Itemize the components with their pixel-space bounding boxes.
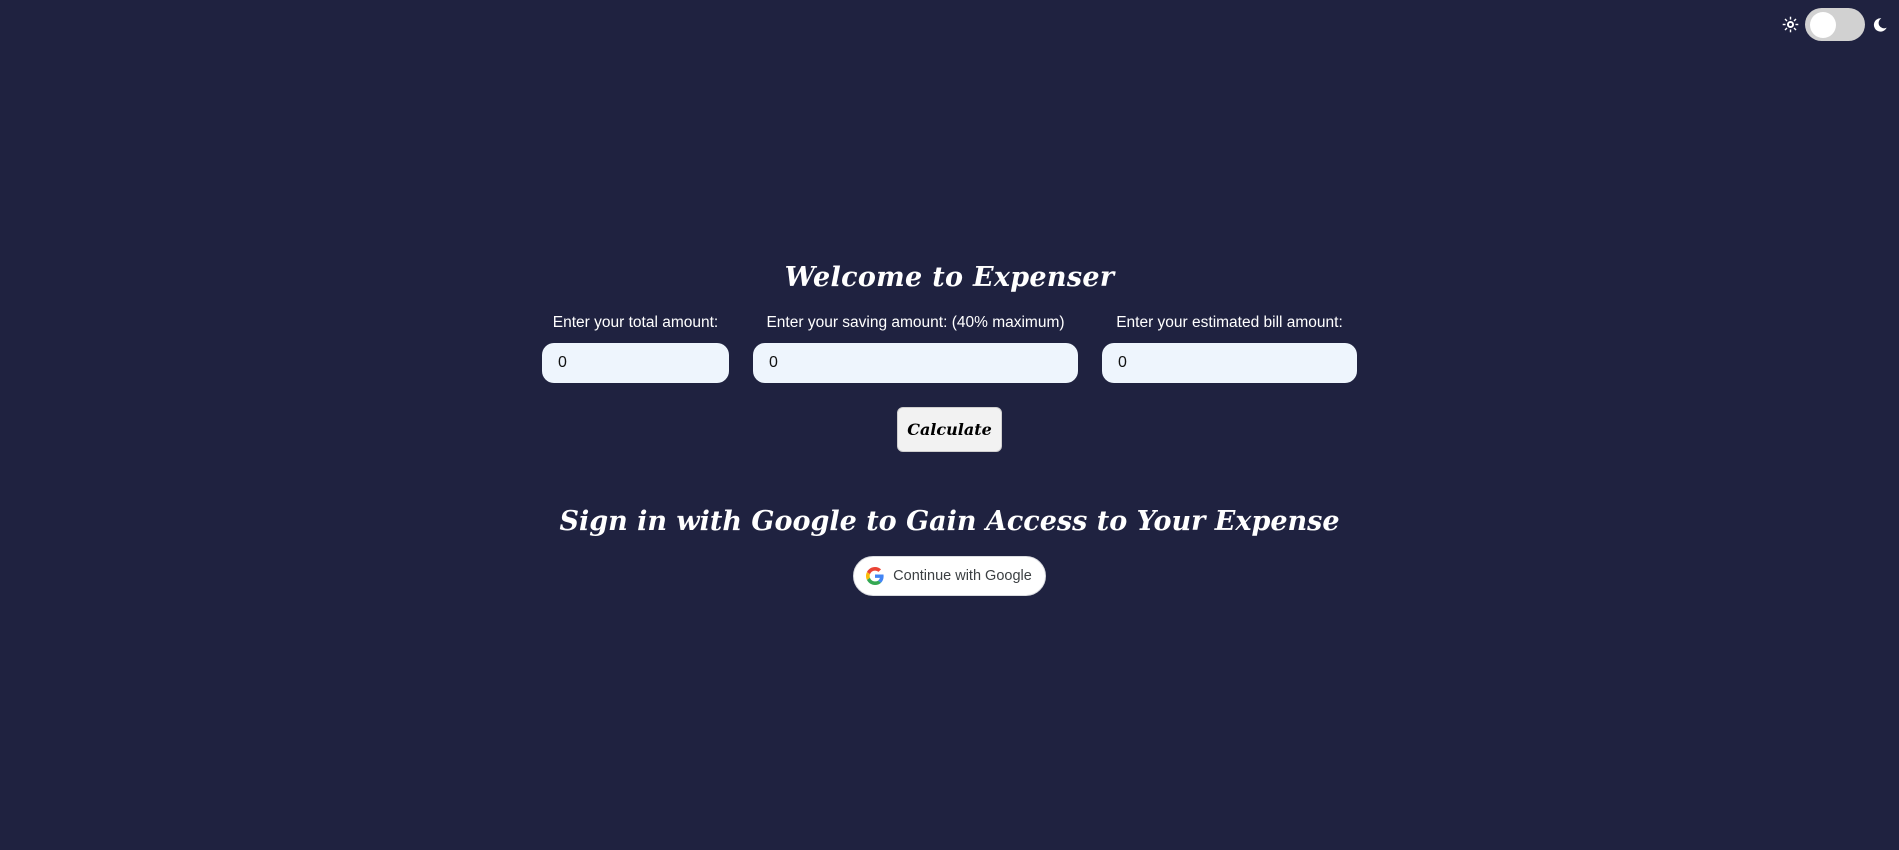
calculate-button[interactable]: Calculate: [897, 407, 1002, 452]
bill-amount-field: Enter your estimated bill amount:: [1102, 313, 1357, 383]
saving-amount-label: Enter your saving amount: (40% maximum): [766, 314, 1065, 331]
saving-amount-input[interactable]: [753, 343, 1078, 383]
google-signin-label: Continue with Google: [893, 568, 1032, 584]
sun-icon: [1781, 16, 1799, 34]
page: Welcome to Expenser Enter your total amo…: [0, 0, 1899, 850]
moon-icon: [1871, 16, 1889, 34]
google-signin-button[interactable]: Continue with Google: [853, 556, 1046, 596]
theme-switch[interactable]: [1805, 8, 1865, 41]
google-icon: [866, 567, 884, 585]
saving-amount-field: Enter your saving amount: (40% maximum): [753, 313, 1078, 383]
theme-switch-knob: [1810, 12, 1836, 38]
main-content: Welcome to Expenser Enter your total amo…: [0, 255, 1899, 596]
signin-heading: Sign in with Google to Gain Access to Yo…: [559, 506, 1340, 537]
total-amount-field: Enter your total amount:: [542, 313, 729, 383]
theme-toggle: [1781, 8, 1889, 41]
bill-amount-label: Enter your estimated bill amount:: [1116, 314, 1343, 331]
total-amount-input[interactable]: [542, 343, 729, 383]
bill-amount-input[interactable]: [1102, 343, 1357, 383]
amount-fields: Enter your total amount: Enter your savi…: [542, 313, 1357, 383]
total-amount-label: Enter your total amount:: [552, 314, 719, 331]
page-title: Welcome to Expenser: [784, 262, 1115, 293]
